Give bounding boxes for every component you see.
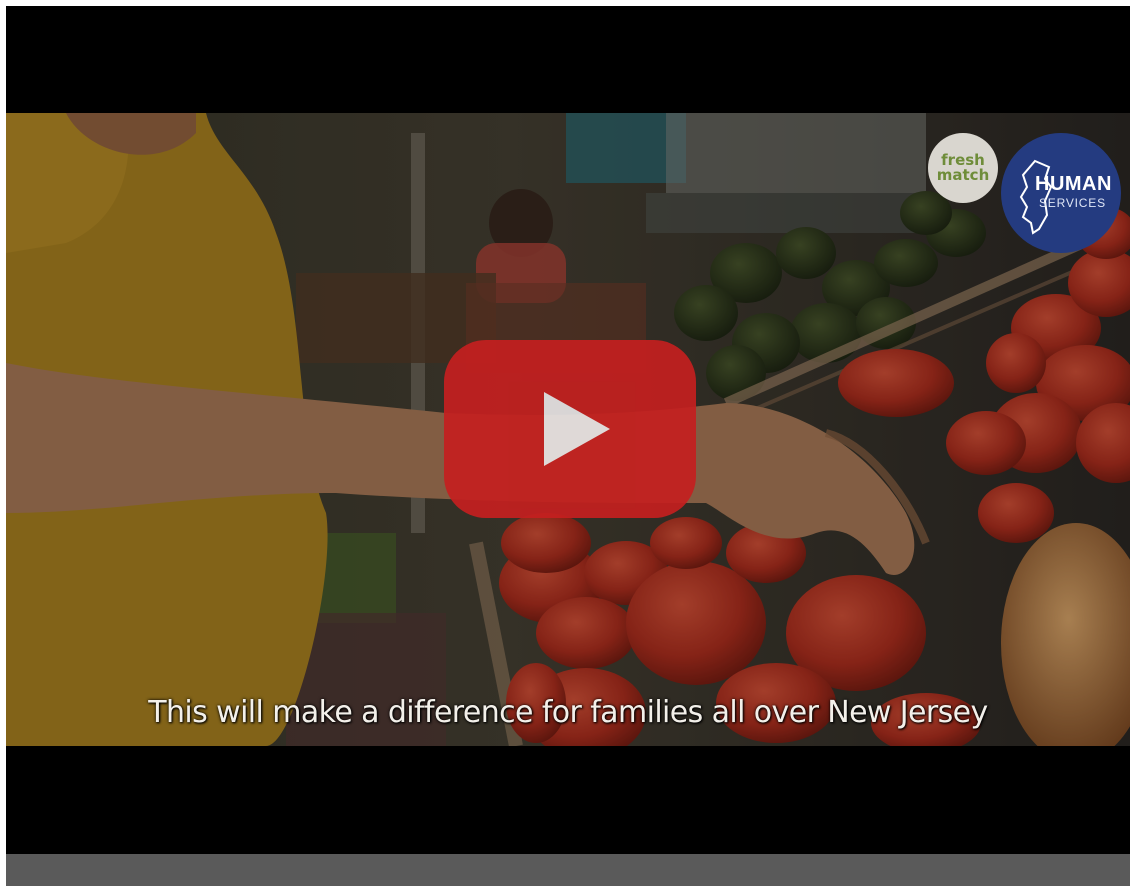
video-caption: This will make a difference for families…	[148, 695, 988, 730]
freshmatch-logo: fresh match	[928, 133, 998, 203]
human-services-logo-line2: SERVICES	[1039, 196, 1106, 210]
human-services-logo: HUMAN SERVICES	[1001, 133, 1121, 253]
human-services-logo-line1: HUMAN	[1035, 173, 1112, 195]
freshmatch-logo-line2: match	[936, 166, 990, 184]
play-icon	[544, 392, 610, 466]
player-control-bar[interactable]	[6, 854, 1130, 886]
video-player[interactable]: fresh match HUMAN SERVICES This will mak…	[6, 6, 1130, 886]
play-button[interactable]	[444, 340, 696, 518]
